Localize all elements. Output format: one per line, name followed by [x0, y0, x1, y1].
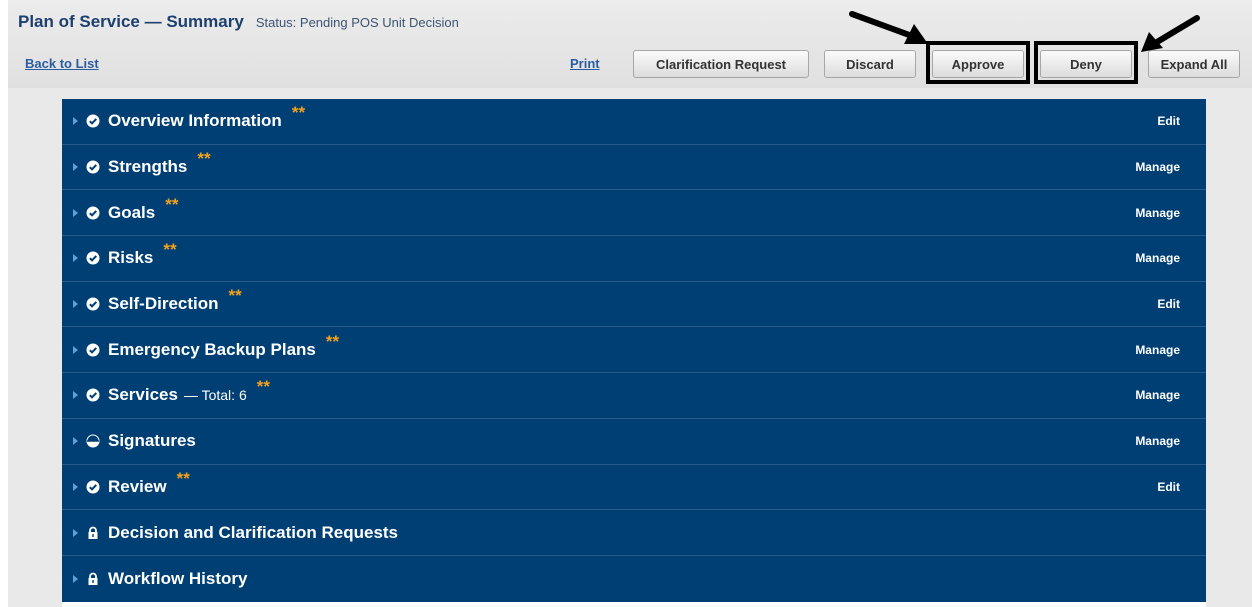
section-row[interactable]: Strengths ** Manage	[62, 145, 1206, 191]
lock-icon	[86, 526, 100, 540]
section-row[interactable]: Review ** Edit	[62, 465, 1206, 511]
discard-button[interactable]: Discard	[824, 50, 916, 78]
edit-link[interactable]: Edit	[1157, 114, 1180, 128]
section-label: Goals **	[108, 195, 178, 223]
section-label: Overview Information **	[108, 103, 305, 131]
required-stars: **	[228, 286, 242, 306]
section-label: Strengths **	[108, 149, 211, 177]
expand-caret-icon[interactable]	[73, 117, 78, 126]
section-title: Goals	[108, 202, 156, 222]
section-title: Overview Information	[108, 111, 282, 131]
section-label: Risks **	[108, 240, 177, 268]
expand-caret-icon[interactable]	[73, 208, 78, 217]
section-label: Self-Direction **	[108, 286, 242, 314]
required-stars: **	[291, 103, 306, 123]
page-title: Plan of Service — Summary	[18, 12, 244, 31]
deny-highlight-box	[1034, 41, 1138, 84]
expand-caret-icon[interactable]	[73, 437, 78, 446]
expand-caret-icon[interactable]	[73, 300, 78, 309]
expand-caret-icon[interactable]	[73, 528, 78, 537]
section-title: Decision and Clarification Requests	[108, 522, 399, 542]
check-circle-icon	[86, 297, 100, 311]
section-title: Emergency Backup Plans	[108, 339, 316, 359]
section-row[interactable]: Overview Information ** Edit	[62, 99, 1206, 145]
approve-highlight-box	[926, 41, 1030, 84]
section-label: Services — Total: 6 **	[108, 377, 270, 405]
section-row[interactable]: Risks ** Manage	[62, 236, 1206, 282]
plan-of-service-page: Plan of Service — Summary Status: Pendin…	[0, 0, 1252, 607]
manage-link[interactable]: Manage	[1135, 251, 1180, 265]
right-gutter	[1206, 88, 1252, 607]
required-stars: **	[197, 149, 211, 169]
deny-arrow-icon	[1141, 15, 1200, 52]
check-circle-icon	[86, 388, 100, 402]
edit-link[interactable]: Edit	[1157, 480, 1180, 494]
section-total: — Total: 6	[183, 387, 247, 404]
manage-link[interactable]: Manage	[1135, 343, 1180, 357]
section-label: Decision and Clarification Requests	[108, 523, 398, 543]
expand-caret-icon[interactable]	[73, 482, 78, 491]
check-circle-icon	[86, 251, 100, 265]
section-label: Emergency Backup Plans **	[108, 332, 339, 360]
expand-caret-icon[interactable]	[73, 254, 78, 263]
section-label: Signatures	[108, 431, 196, 451]
manage-link[interactable]: Manage	[1135, 434, 1180, 448]
section-title: Services	[108, 385, 178, 405]
expand-caret-icon[interactable]	[73, 391, 78, 400]
approve-arrow-icon	[849, 11, 928, 44]
section-label: Review **	[108, 469, 190, 497]
half-circle-icon	[86, 434, 100, 448]
section-title: Workflow History	[108, 568, 248, 588]
section-title: Review	[108, 476, 167, 496]
manage-link[interactable]: Manage	[1135, 160, 1180, 174]
section-title: Risks	[108, 248, 154, 268]
check-circle-icon	[86, 206, 100, 220]
required-stars: **	[325, 331, 340, 351]
required-stars: **	[256, 377, 270, 397]
manage-link[interactable]: Manage	[1135, 388, 1180, 402]
expand-caret-icon[interactable]	[73, 574, 78, 583]
section-row[interactable]: Services — Total: 6 ** Manage	[62, 373, 1206, 419]
lock-icon	[86, 572, 100, 586]
check-circle-icon	[86, 114, 100, 128]
expand-caret-icon[interactable]	[73, 163, 78, 172]
check-circle-icon	[86, 480, 100, 494]
section-row[interactable]: Goals ** Manage	[62, 190, 1206, 237]
back-to-list-link[interactable]: Back to List	[25, 56, 99, 71]
section-title: Signatures	[108, 431, 196, 451]
manage-link[interactable]: Manage	[1135, 206, 1180, 220]
section-title: Strengths	[108, 157, 188, 177]
section-row[interactable]: Decision and Clarification Requests	[62, 510, 1206, 556]
section-row[interactable]: Workflow History	[62, 556, 1206, 602]
edit-link[interactable]: Edit	[1157, 297, 1180, 311]
required-stars: **	[163, 240, 177, 260]
section-row[interactable]: Signatures Manage	[62, 419, 1206, 465]
required-stars: **	[176, 468, 190, 488]
section-label: Workflow History	[108, 569, 247, 589]
required-stars: **	[165, 194, 179, 214]
sections-list: Overview Information ** Edit Strengths ** Man…	[62, 99, 1206, 602]
check-circle-icon	[86, 160, 100, 174]
section-row[interactable]: Emergency Backup Plans ** Manage	[62, 327, 1206, 374]
clarification-request-button[interactable]: Clarification Request	[633, 50, 809, 78]
check-circle-icon	[86, 343, 100, 357]
left-gutter	[8, 88, 62, 607]
expand-caret-icon[interactable]	[73, 345, 78, 354]
section-title: Self-Direction	[108, 294, 219, 314]
status-text: Status: Pending POS Unit Decision	[255, 15, 459, 30]
top-gutter	[62, 88, 1206, 99]
section-row[interactable]: Self-Direction ** Edit	[62, 282, 1206, 328]
print-link[interactable]: Print	[570, 56, 600, 71]
title-row: Plan of Service — Summary Status: Pendin…	[18, 12, 459, 32]
